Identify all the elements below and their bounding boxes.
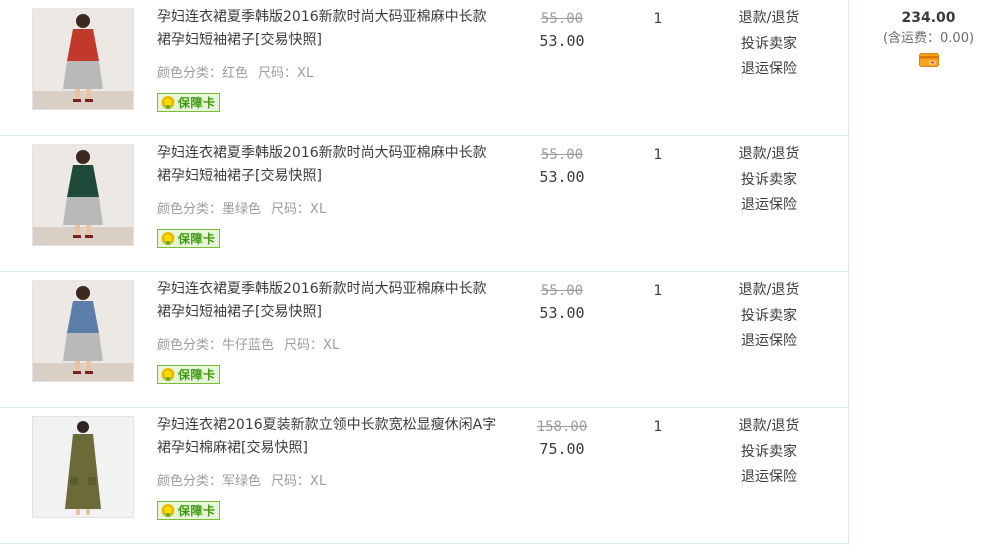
order-item-row: 孕妇连衣裙夏季韩版2016新款时尚大码亚棉麻中长款裙孕妇短袖裙子[交易快照] 颜… bbox=[0, 272, 848, 408]
price-block: 55.00 53.00 bbox=[517, 280, 607, 324]
guarantee-card-label: 保障卡 bbox=[178, 231, 216, 246]
item-operations: 退款/退货 投诉卖家 退运保险 bbox=[730, 414, 808, 491]
refund-return-link[interactable]: 退款/退货 bbox=[730, 6, 808, 32]
sku-color-label: 颜色分类： bbox=[157, 474, 223, 489]
item-operations: 退款/退货 投诉卖家 退运保险 bbox=[730, 142, 808, 219]
product-thumbnail[interactable] bbox=[32, 416, 134, 518]
item-operations: 退款/退货 投诉卖家 退运保险 bbox=[730, 278, 808, 355]
actual-price: 53.00 bbox=[539, 168, 585, 186]
order-items-list: 孕妇连衣裙夏季韩版2016新款时尚大码亚棉麻中长款裙孕妇短袖裙子[交易快照] 颜… bbox=[0, 0, 849, 545]
complain-seller-link[interactable]: 投诉卖家 bbox=[730, 304, 808, 330]
return-shipping-insurance-link[interactable]: 退运保险 bbox=[730, 329, 808, 355]
guarantee-card-badge[interactable]: 保障卡 bbox=[157, 364, 220, 384]
product-sku: 颜色分类：红色 尺码：XL bbox=[157, 62, 313, 81]
actual-price: 75.00 bbox=[539, 440, 585, 458]
order-item-row: 孕妇连衣裙夏季韩版2016新款时尚大码亚棉麻中长款裙孕妇短袖裙子[交易快照] 颜… bbox=[0, 136, 848, 272]
price-block: 55.00 53.00 bbox=[517, 144, 607, 188]
order-item-row: 孕妇连衣裙夏季韩版2016新款时尚大码亚棉麻中长款裙孕妇短袖裙子[交易快照] 颜… bbox=[0, 0, 848, 136]
guarantee-card-label: 保障卡 bbox=[178, 367, 216, 382]
sku-color-label: 颜色分类： bbox=[157, 66, 223, 81]
card-payment-icon[interactable] bbox=[918, 52, 939, 67]
original-price: 55.00 bbox=[540, 283, 584, 299]
item-operations: 退款/退货 投诉卖家 退运保险 bbox=[730, 6, 808, 83]
quantity: 1 bbox=[653, 419, 663, 435]
sku-size-value: XL bbox=[323, 338, 340, 353]
product-sku: 颜色分类：军绿色 尺码：XL bbox=[157, 470, 326, 489]
guarantee-card-badge[interactable]: 保障卡 bbox=[157, 92, 220, 112]
guarantee-card-badge[interactable]: 保障卡 bbox=[157, 500, 220, 520]
refund-return-link[interactable]: 退款/退货 bbox=[730, 414, 808, 440]
sku-size-label: 尺码： bbox=[284, 338, 324, 353]
sku-color-value: 红色 bbox=[222, 66, 249, 81]
sku-size-label: 尺码： bbox=[271, 202, 311, 217]
sku-color-label: 颜色分类： bbox=[157, 202, 223, 217]
product-thumbnail[interactable] bbox=[32, 144, 134, 246]
order-item-row: 孕妇连衣裙2016夏装新款立领中长款宽松显瘦休闲A字裙孕妇棉麻裙[交易快照] 颜… bbox=[0, 408, 848, 544]
original-price: 158.00 bbox=[536, 419, 588, 435]
complain-seller-link[interactable]: 投诉卖家 bbox=[730, 440, 808, 466]
original-price: 55.00 bbox=[540, 11, 584, 27]
price-block: 55.00 53.00 bbox=[517, 8, 607, 52]
sku-size-label: 尺码： bbox=[271, 474, 311, 489]
quantity: 1 bbox=[653, 283, 663, 299]
sku-color-value: 军绿色 bbox=[222, 474, 262, 489]
product-title-link[interactable]: 孕妇连衣裙夏季韩版2016新款时尚大码亚棉麻中长款裙孕妇短袖裙子[交易快照] bbox=[157, 142, 497, 188]
sku-size-label: 尺码： bbox=[258, 66, 298, 81]
refund-return-link[interactable]: 退款/退货 bbox=[730, 142, 808, 168]
guarantee-card-label: 保障卡 bbox=[178, 95, 216, 110]
guarantee-icon bbox=[158, 230, 178, 247]
complain-seller-link[interactable]: 投诉卖家 bbox=[730, 32, 808, 58]
product-title-link[interactable]: 孕妇连衣裙2016夏装新款立领中长款宽松显瘦休闲A字裙孕妇棉麻裙[交易快照] bbox=[157, 414, 497, 460]
original-price: 55.00 bbox=[540, 147, 584, 163]
sku-size-value: XL bbox=[310, 202, 327, 217]
sku-color-value: 墨绿色 bbox=[222, 202, 262, 217]
product-title-link[interactable]: 孕妇连衣裙夏季韩版2016新款时尚大码亚棉麻中长款裙孕妇短袖裙子[交易快照] bbox=[157, 6, 497, 52]
price-block: 158.00 75.00 bbox=[517, 416, 607, 460]
order-total: 234.00 (含运费：0.00) bbox=[849, 8, 1008, 71]
quantity: 1 bbox=[653, 11, 663, 27]
sku-color-value: 牛仔蓝色 bbox=[222, 338, 275, 353]
guarantee-icon bbox=[158, 366, 178, 383]
guarantee-icon bbox=[158, 94, 178, 111]
guarantee-card-badge[interactable]: 保障卡 bbox=[157, 228, 220, 248]
product-sku: 颜色分类：墨绿色 尺码：XL bbox=[157, 198, 326, 217]
product-title-link[interactable]: 孕妇连衣裙夏季韩版2016新款时尚大码亚棉麻中长款裙孕妇短袖裙子[交易快照] bbox=[157, 278, 497, 324]
quantity: 1 bbox=[653, 147, 663, 163]
sku-size-value: XL bbox=[297, 66, 314, 81]
product-thumbnail[interactable] bbox=[32, 8, 134, 110]
actual-price: 53.00 bbox=[539, 304, 585, 322]
actual-price: 53.00 bbox=[539, 32, 585, 50]
refund-return-link[interactable]: 退款/退货 bbox=[730, 278, 808, 304]
sku-size-value: XL bbox=[310, 474, 327, 489]
return-shipping-insurance-link[interactable]: 退运保险 bbox=[730, 193, 808, 219]
shipping-fee-note: (含运费：0.00) bbox=[882, 31, 975, 46]
guarantee-icon bbox=[158, 502, 178, 519]
product-sku: 颜色分类：牛仔蓝色 尺码：XL bbox=[157, 334, 339, 353]
total-amount: 234.00 bbox=[901, 10, 956, 26]
guarantee-card-label: 保障卡 bbox=[178, 503, 216, 518]
return-shipping-insurance-link[interactable]: 退运保险 bbox=[730, 465, 808, 491]
sku-color-label: 颜色分类： bbox=[157, 338, 223, 353]
product-thumbnail[interactable] bbox=[32, 280, 134, 382]
return-shipping-insurance-link[interactable]: 退运保险 bbox=[730, 57, 808, 83]
complain-seller-link[interactable]: 投诉卖家 bbox=[730, 168, 808, 194]
order-detail-page: 孕妇连衣裙夏季韩版2016新款时尚大码亚棉麻中长款裙孕妇短袖裙子[交易快照] 颜… bbox=[0, 0, 1008, 545]
